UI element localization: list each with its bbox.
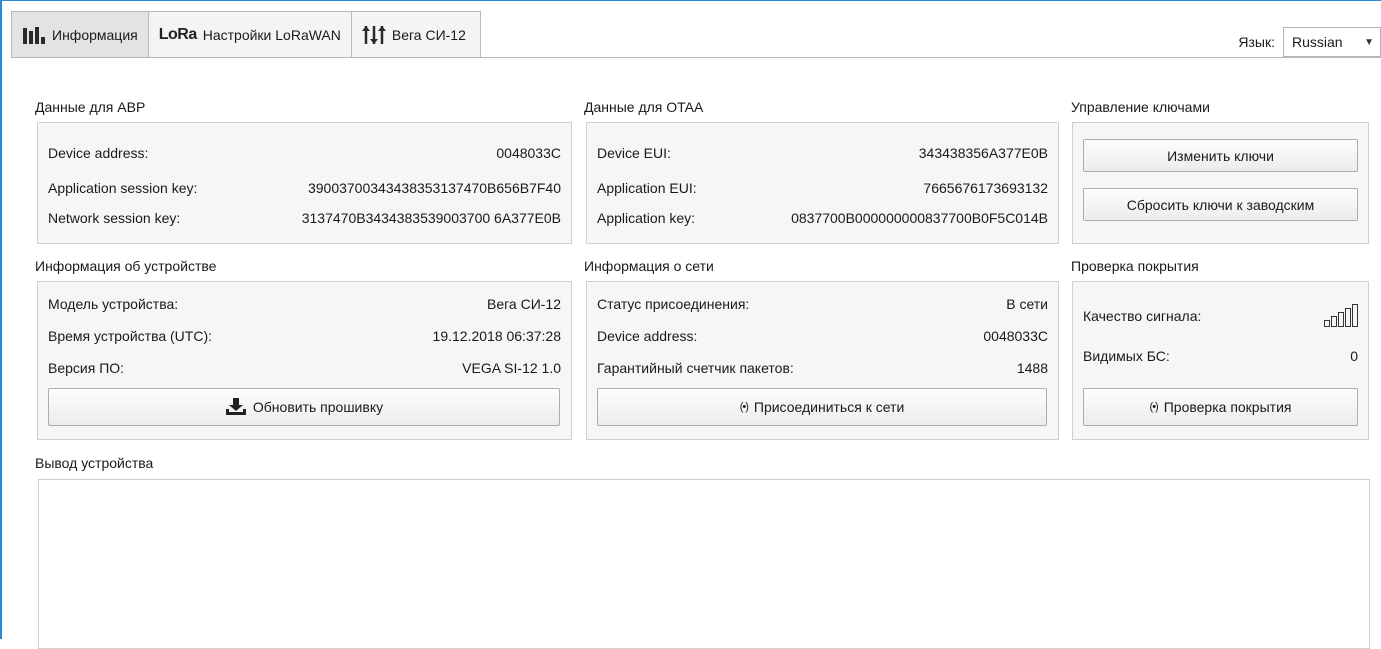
abp-row: Network session key: 3137470B34343835390… xyxy=(48,210,561,226)
tab-device-label: Вега СИ-12 xyxy=(391,26,466,43)
network-row: Гарантийный счетчик пакетов: 1488 xyxy=(597,360,1048,376)
output-title: Вывод устройства xyxy=(35,455,154,471)
otaa-value: 7665676173693132 xyxy=(923,180,1048,196)
signal-quality-label: Качество сигнала: xyxy=(1083,307,1202,324)
network-row: Device address: 0048033C xyxy=(597,328,1048,344)
language-value: Russian xyxy=(1292,34,1343,50)
otaa-title: Данные для OTAA xyxy=(584,99,704,115)
otaa-label: Application key: xyxy=(597,210,696,226)
language-selector: Язык: Russian ▼ xyxy=(1238,27,1381,57)
device-label: Версия ПО: xyxy=(48,360,125,376)
join-network-button[interactable]: (•) Присоединиться к сети xyxy=(597,388,1047,426)
coverage-row: Видимых БС: 0 xyxy=(1083,348,1358,364)
device-group: Модель устройства: Вега СИ-12 Время устр… xyxy=(37,281,572,440)
otaa-row: Device EUI: 343438356A377E0B xyxy=(597,145,1048,161)
radio-signal-icon: (•) xyxy=(1149,401,1159,413)
network-value: 0048033C xyxy=(983,328,1048,344)
abp-label: Network session key: xyxy=(48,210,181,226)
otaa-value: 343438356A377E0B xyxy=(918,145,1048,161)
tab-lorawan[interactable]: LoRa Настройки LoRaWAN xyxy=(147,11,352,57)
otaa-row: Application EUI: 7665676173693132 xyxy=(597,180,1048,196)
device-row: Время устройства (UTC): 19.12.2018 06:37… xyxy=(48,328,561,344)
tab-device[interactable]: Вега СИ-12 xyxy=(350,11,481,57)
abp-label: Device address: xyxy=(48,145,149,161)
tab-info-label: Информация xyxy=(52,26,138,43)
device-label: Модель устройства: xyxy=(48,296,179,312)
reset-keys-button[interactable]: Сбросить ключи к заводским xyxy=(1083,188,1358,221)
dropdown-arrow-icon: ▼ xyxy=(1364,37,1374,48)
abp-row: Application session key: 390037003434383… xyxy=(48,180,561,196)
abp-value: 0048033C xyxy=(496,145,561,161)
device-output-area[interactable] xyxy=(38,479,1370,649)
network-value: 1488 xyxy=(1016,360,1048,376)
device-value: Вега СИ-12 xyxy=(486,296,561,312)
abp-value: 3137470B3434383539003700 6A377E0B xyxy=(301,210,561,226)
device-row: Модель устройства: Вега СИ-12 xyxy=(48,296,561,312)
network-value: В сети xyxy=(1006,296,1048,312)
language-label: Язык: xyxy=(1238,34,1275,50)
otaa-label: Device EUI: xyxy=(597,145,671,161)
abp-label: Application session key: xyxy=(48,180,198,196)
device-label: Время устройства (UTC): xyxy=(48,328,213,344)
coverage-row: Качество сигнала: xyxy=(1083,304,1358,327)
tab-lorawan-label: Настройки LoRaWAN xyxy=(202,26,341,43)
otaa-row: Application key: 0837700B000000000837700… xyxy=(597,210,1048,226)
coverage-group: Качество сигнала: Видимых БС: 0 (•) Пров… xyxy=(1072,281,1369,440)
network-title: Информация о сети xyxy=(584,258,714,274)
tab-bar: Информация LoRa Настройки LoRaWAN Вега С… xyxy=(11,11,481,57)
visible-bs-value: 0 xyxy=(1350,348,1358,364)
update-firmware-label: Обновить прошивку xyxy=(252,399,384,415)
radio-signal-icon: (•) xyxy=(739,401,749,413)
join-network-label: Присоединиться к сети xyxy=(753,399,905,415)
device-value: 19.12.2018 06:37:28 xyxy=(432,328,561,344)
network-row: Статус присоединения: В сети xyxy=(597,296,1048,312)
abp-row: Device address: 0048033C xyxy=(48,145,561,161)
check-coverage-button[interactable]: (•) Проверка покрытия xyxy=(1083,388,1358,426)
otaa-group: Device EUI: 343438356A377E0B Application… xyxy=(586,122,1059,244)
lora-logo: LoRa xyxy=(158,25,198,43)
language-select[interactable]: Russian ▼ xyxy=(1283,27,1381,57)
keys-title: Управление ключами xyxy=(1071,99,1210,115)
bar-chart-icon xyxy=(22,26,46,44)
network-label: Гарантийный счетчик пакетов: xyxy=(597,360,794,376)
app-window: Информация LoRa Настройки LoRaWAN Вега С… xyxy=(0,0,1381,649)
network-label: Статус присоединения: xyxy=(597,296,750,312)
keys-group: Изменить ключи Сбросить ключи к заводски… xyxy=(1072,122,1369,244)
abp-value: 39003700343438353137470B656B7F40 xyxy=(307,180,561,196)
device-title: Информация об устройстве xyxy=(35,258,217,274)
visible-bs-label: Видимых БС: xyxy=(1083,348,1170,364)
tab-info[interactable]: Информация xyxy=(11,11,149,57)
signal-bars-icon xyxy=(1324,304,1358,327)
change-keys-button[interactable]: Изменить ключи xyxy=(1083,139,1358,172)
tab-bar-divider xyxy=(11,57,1381,58)
coverage-title: Проверка покрытия xyxy=(1071,258,1199,274)
check-coverage-label: Проверка покрытия xyxy=(1163,399,1292,415)
device-row: Версия ПО: VEGA SI-12 1.0 xyxy=(48,360,561,376)
change-keys-label: Изменить ключи xyxy=(1167,147,1274,164)
abp-group: Device address: 0048033C Application ses… xyxy=(37,122,572,244)
reset-keys-label: Сбросить ключи к заводским xyxy=(1126,196,1315,213)
download-icon xyxy=(225,398,247,416)
update-firmware-button[interactable]: Обновить прошивку xyxy=(48,388,560,426)
sliders-icon xyxy=(361,25,386,45)
network-label: Device address: xyxy=(597,328,698,344)
otaa-value: 0837700B000000000837700B0F5C014B xyxy=(791,210,1048,226)
otaa-label: Application EUI: xyxy=(597,180,697,196)
device-value: VEGA SI-12 1.0 xyxy=(462,360,561,376)
network-group: Статус присоединения: В сети Device addr… xyxy=(586,281,1059,440)
abp-title: Данные для ABP xyxy=(35,99,146,115)
